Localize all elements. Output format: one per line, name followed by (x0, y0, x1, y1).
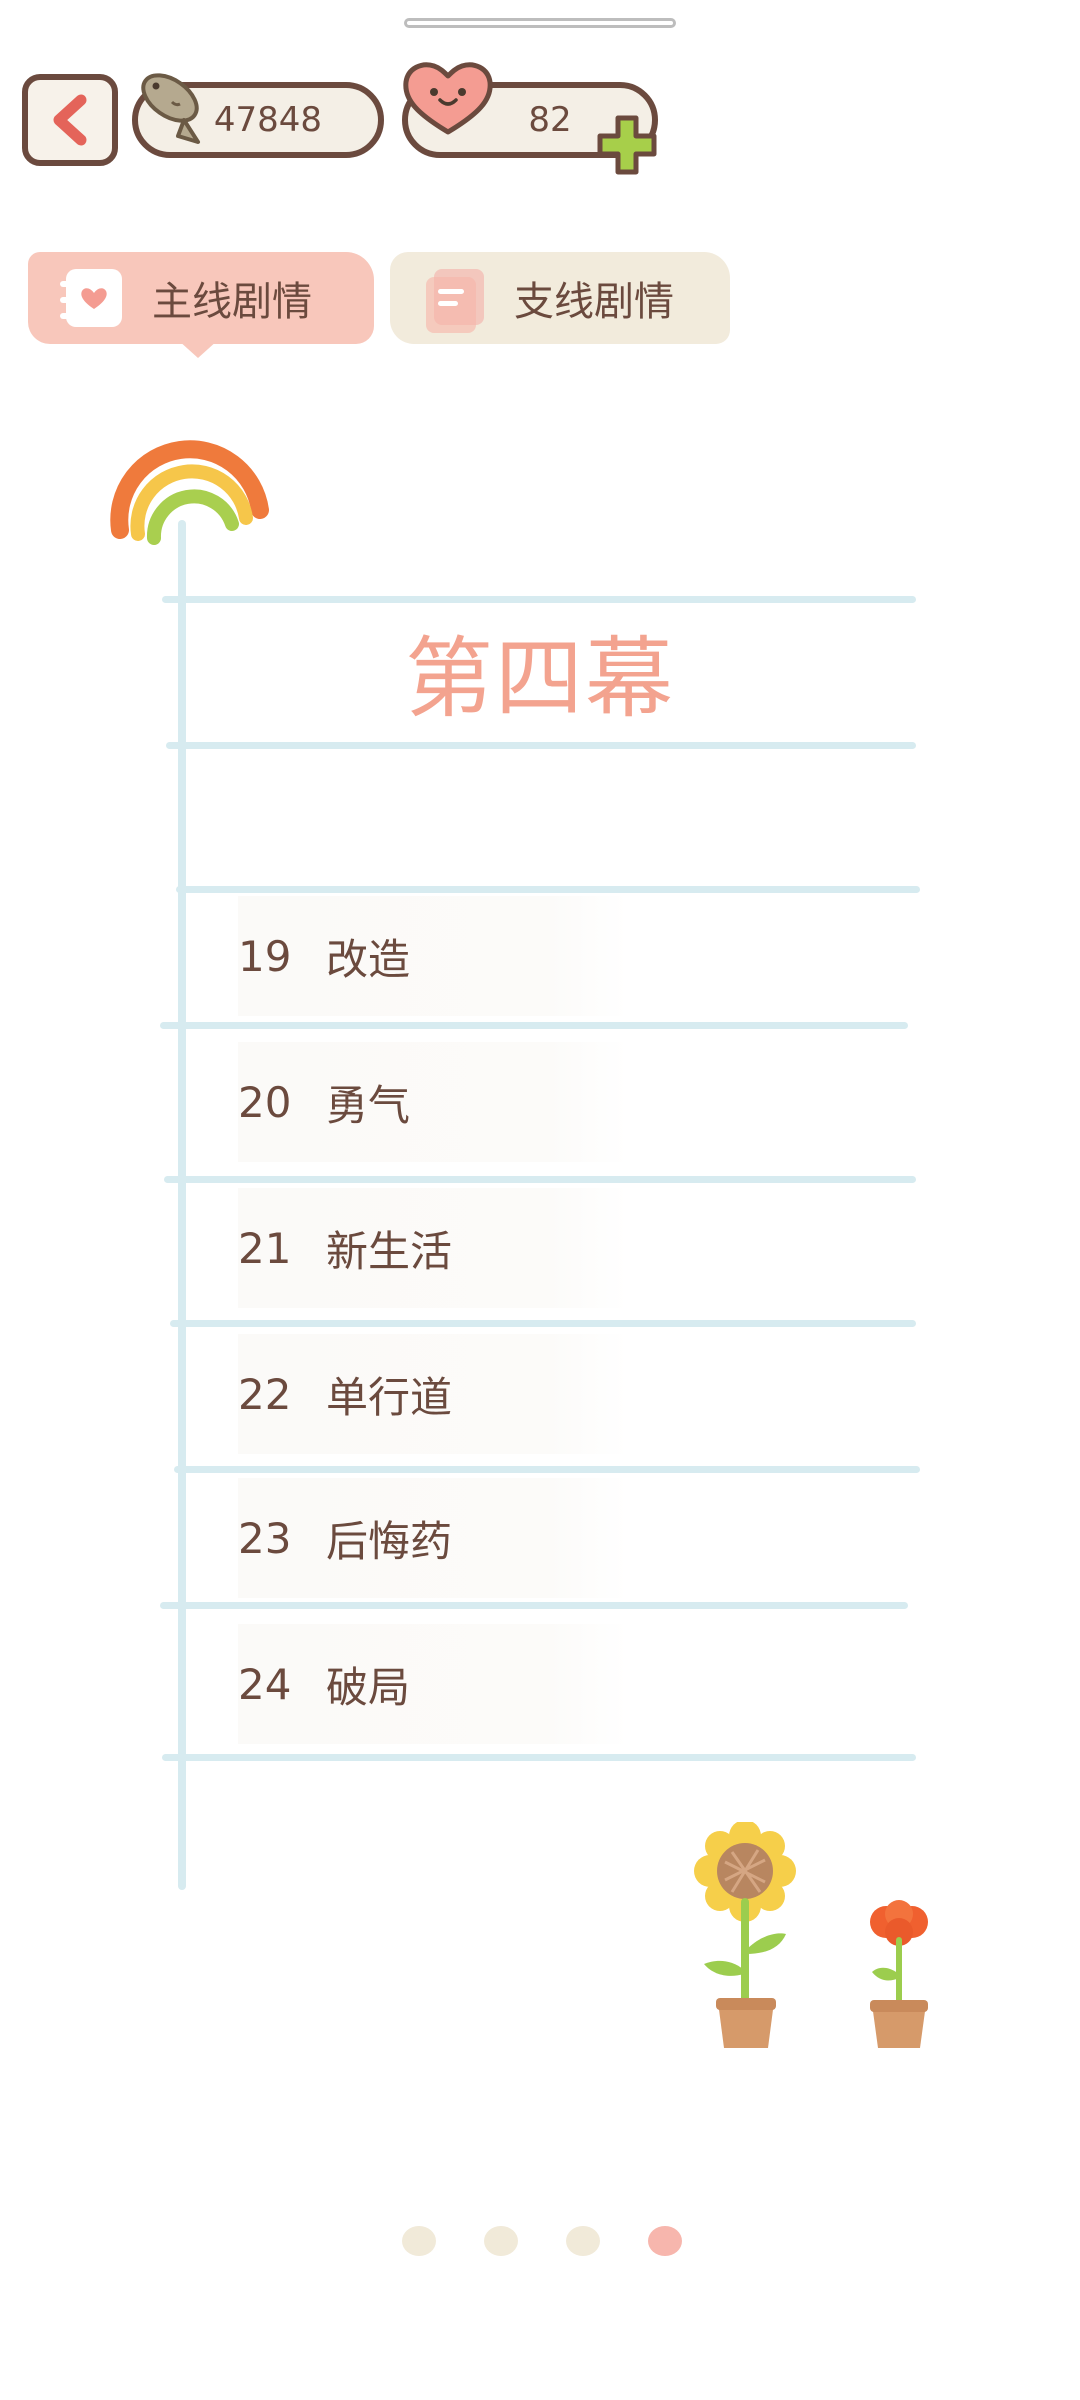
notebook-rule (160, 1602, 908, 1609)
notebook-icon (426, 269, 484, 333)
act-title: 第四幕 (404, 627, 675, 730)
page-dot[interactable] (566, 2226, 600, 2256)
page-dot[interactable] (484, 2226, 518, 2256)
chapter-title: 新生活 (326, 1226, 453, 1276)
chapter-item[interactable]: 23 后悔药 (238, 1478, 628, 1598)
tab-side-story-label: 支线剧情 (514, 279, 674, 325)
notebook-rule (162, 1754, 916, 1761)
chapter-item[interactable]: 21 新生活 (238, 1188, 628, 1308)
chapter-title: 单行道 (326, 1372, 453, 1422)
active-tab-pointer (178, 340, 218, 358)
notebook-rule (174, 1466, 920, 1473)
notebook-rule (170, 1320, 916, 1327)
sunflower-pot-icon (694, 1822, 796, 2048)
chapter-number: 20 (238, 1077, 292, 1127)
chapter-item[interactable]: 24 破局 (238, 1624, 628, 1744)
tab-main-story[interactable]: 主线剧情 (28, 252, 374, 344)
chapter-number: 24 (238, 1659, 292, 1709)
rainbow-icon (110, 440, 269, 545)
chevron-left-icon (53, 94, 87, 146)
chapter-title: 破局 (326, 1662, 411, 1712)
heart-face-icon (403, 62, 493, 135)
chapter-number: 21 (238, 1223, 292, 1273)
chapter-number: 23 (238, 1513, 292, 1563)
page-dot[interactable] (402, 2226, 436, 2256)
chapter-title: 改造 (326, 934, 411, 984)
notebook-rule (160, 1022, 908, 1029)
back-button[interactable] (22, 74, 118, 166)
add-stamina-button[interactable] (592, 110, 662, 180)
notebook-rule (176, 886, 920, 893)
page-dot-active[interactable] (648, 2226, 682, 2256)
notebook-rule (162, 596, 916, 603)
chapter-title: 勇气 (326, 1080, 411, 1130)
chapter-title: 后悔药 (326, 1516, 453, 1566)
top-handle (404, 18, 676, 28)
heart-count: 82 (528, 100, 572, 140)
fish-icon (141, 73, 200, 144)
chapter-item[interactable]: 22 单行道 (238, 1334, 628, 1454)
chapter-number: 19 (238, 931, 292, 981)
heart-notebook-icon (60, 269, 122, 327)
chapter-item[interactable]: 20 勇气 (238, 1042, 628, 1162)
fish-count: 47848 (213, 100, 323, 140)
chapter-item[interactable]: 19 改造 (238, 896, 628, 1016)
page-indicator (0, 2226, 1080, 2262)
tab-main-story-label: 主线剧情 (152, 279, 312, 325)
notebook-rule (164, 1176, 916, 1183)
chapter-number: 22 (238, 1369, 292, 1419)
red-flower-pot-icon (870, 1900, 928, 2048)
tab-side-story[interactable]: 支线剧情 (390, 252, 730, 344)
notebook-rule (166, 742, 916, 749)
